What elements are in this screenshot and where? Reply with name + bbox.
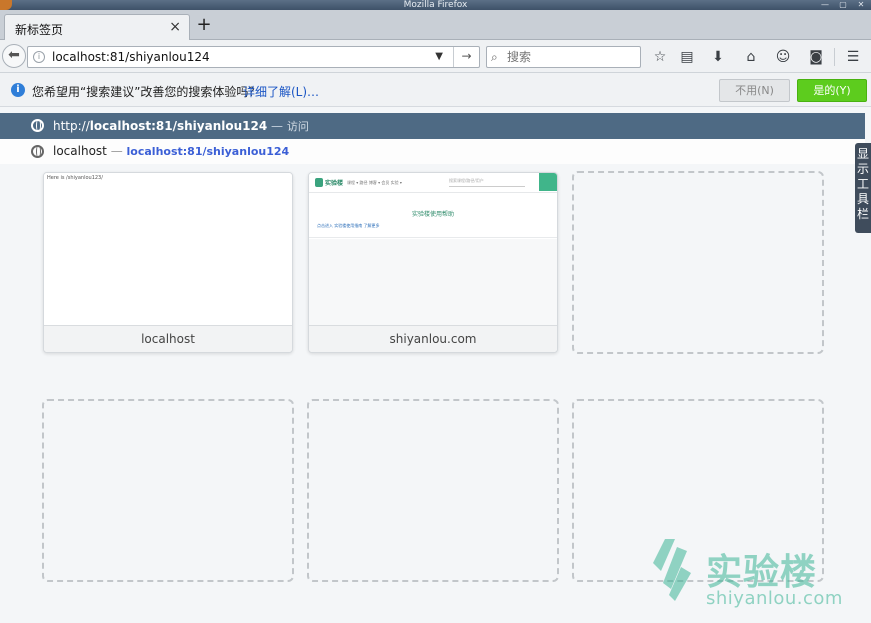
thumbnail-divider bbox=[309, 237, 557, 238]
tile-thumbnail: Here is /shiyanlou123/ bbox=[44, 173, 292, 325]
side-char: 具 bbox=[856, 192, 869, 206]
bookmark-star-icon[interactable]: ☆ bbox=[649, 46, 671, 68]
hello-chat-icon[interactable]: ☺ bbox=[772, 46, 794, 68]
decline-button[interactable]: 不用(N) bbox=[719, 79, 790, 102]
show-toolbar-button[interactable]: 显 示 工 具 栏 bbox=[855, 143, 871, 233]
history-dropdown-icon[interactable]: ▼ bbox=[435, 51, 443, 62]
toolbar-divider bbox=[834, 48, 835, 66]
top-site-tile-shiyanlou[interactable]: 实验楼 课程 ▾ 路径 博客 ▾ 会员 实验 ▾ 搜索课程/路径/用户 实验楼使… bbox=[308, 172, 558, 353]
side-char: 工 bbox=[856, 177, 869, 191]
search-input[interactable] bbox=[507, 49, 637, 65]
side-char: 显 bbox=[856, 147, 869, 161]
side-char: 示 bbox=[856, 162, 869, 176]
minimize-icon[interactable]: — bbox=[816, 0, 834, 10]
autocomplete-title: http://localhost:81/shiyanlou124 — 访问 bbox=[53, 118, 309, 134]
window-title: Mozilla Firefox bbox=[403, 0, 468, 10]
url-bold: localhost:81/shiyanlou124 bbox=[89, 119, 268, 133]
home-icon[interactable]: ⌂ bbox=[740, 46, 762, 68]
back-button[interactable]: ⬅ bbox=[2, 44, 26, 68]
url-text[interactable]: localhost:81/shiyanlou124 bbox=[52, 50, 210, 64]
history-title: localhost bbox=[53, 144, 107, 158]
top-site-tile-localhost[interactable]: Here is /shiyanlou123/ localhost bbox=[43, 172, 293, 353]
watermark-domain: shiyanlou.com bbox=[706, 588, 843, 609]
separator: — bbox=[271, 119, 284, 133]
empty-tile-slot[interactable] bbox=[42, 399, 294, 582]
close-window-icon[interactable]: ✕ bbox=[852, 0, 870, 10]
globe-icon bbox=[31, 145, 44, 158]
tile-label: localhost bbox=[44, 325, 292, 352]
downloads-icon[interactable]: ⬇ bbox=[707, 46, 729, 68]
search-bar[interactable]: ⌕ bbox=[486, 46, 641, 68]
new-tab-button[interactable]: + bbox=[193, 15, 215, 37]
tile-thumbnail: 实验楼 课程 ▾ 路径 博客 ▾ 会员 实验 ▾ 搜索课程/路径/用户 实验楼使… bbox=[309, 173, 557, 325]
shiyanlou-logo-icon bbox=[315, 178, 323, 187]
info-icon: i bbox=[11, 83, 25, 97]
url-prefix: http:// bbox=[53, 119, 90, 133]
hamburger-menu-icon[interactable]: ☰ bbox=[842, 46, 864, 68]
history-url: localhost:81/shiyanlou124 bbox=[126, 145, 290, 158]
tab-close-icon[interactable]: × bbox=[169, 19, 181, 35]
tile-label: shiyanlou.com bbox=[309, 325, 557, 352]
thumbnail-nav: 课程 ▾ 路径 博客 ▾ 会员 实验 ▾ bbox=[347, 180, 402, 185]
window-titlebar: Mozilla Firefox — ▢ ✕ bbox=[0, 0, 871, 10]
globe-icon bbox=[31, 119, 44, 132]
navigation-toolbar: ⬅ i localhost:81/shiyanlou124 ▼ → ⌕ ☆ ▤ … bbox=[0, 40, 871, 73]
reading-list-icon[interactable]: ▤ bbox=[676, 46, 698, 68]
separator: — bbox=[110, 144, 123, 158]
back-arrow-icon: ⬅ bbox=[8, 47, 20, 63]
thumbnail-header: 实验楼 课程 ▾ 路径 博客 ▾ 会员 实验 ▾ 搜索课程/路径/用户 bbox=[309, 173, 557, 193]
thumbnail-heading: 实验楼使用帮助 bbox=[411, 211, 454, 218]
thumbnail-brand: 实验楼 bbox=[325, 180, 344, 187]
tab-title: 新标签页 bbox=[15, 23, 64, 37]
thumbnail-text: Here is /shiyanlou123/ bbox=[47, 175, 103, 181]
autocomplete-title: localhost — localhost:81/shiyanlou124 bbox=[53, 144, 289, 158]
learn-more-link[interactable]: 详细了解(L)… bbox=[243, 83, 319, 100]
shiyanlou-watermark-logo-icon bbox=[653, 539, 691, 601]
accept-button[interactable]: 是的(Y) bbox=[797, 79, 867, 102]
maximize-icon[interactable]: ▢ bbox=[834, 0, 852, 10]
thumbnail-link: 点击进入 实验楼使用指南 了解更多 bbox=[317, 223, 380, 228]
pocket-icon[interactable]: ◙ bbox=[805, 46, 827, 68]
firefox-app-icon bbox=[0, 0, 12, 10]
autocomplete-row-visit[interactable]: http://localhost:81/shiyanlou124 — 访问 bbox=[0, 113, 865, 139]
go-arrow-icon[interactable]: → bbox=[453, 47, 479, 67]
thumbnail-search: 搜索课程/路径/用户 bbox=[449, 178, 525, 187]
tab-strip: 新标签页 × + bbox=[0, 10, 871, 40]
empty-tile-slot[interactable] bbox=[307, 399, 559, 582]
autocomplete-row-history[interactable]: localhost — localhost:81/shiyanlou124 bbox=[0, 139, 865, 164]
thumbnail-green-block bbox=[539, 173, 557, 191]
tab-new-tab[interactable]: 新标签页 × bbox=[4, 14, 190, 40]
site-info-icon[interactable]: i bbox=[33, 51, 45, 63]
empty-tile-slot[interactable] bbox=[572, 171, 824, 354]
side-char: 栏 bbox=[856, 207, 869, 221]
notification-text: 您希望用“搜索建议”改善您的搜索体验吗？ bbox=[32, 85, 261, 99]
url-bar[interactable]: i localhost:81/shiyanlou124 ▼ → bbox=[27, 46, 480, 68]
search-suggestions-notification: i 您希望用“搜索建议”改善您的搜索体验吗？ 详细了解(L)… 不用(N) 是的… bbox=[0, 73, 871, 107]
search-icon: ⌕ bbox=[491, 50, 498, 64]
visit-action: 访问 bbox=[286, 120, 309, 133]
